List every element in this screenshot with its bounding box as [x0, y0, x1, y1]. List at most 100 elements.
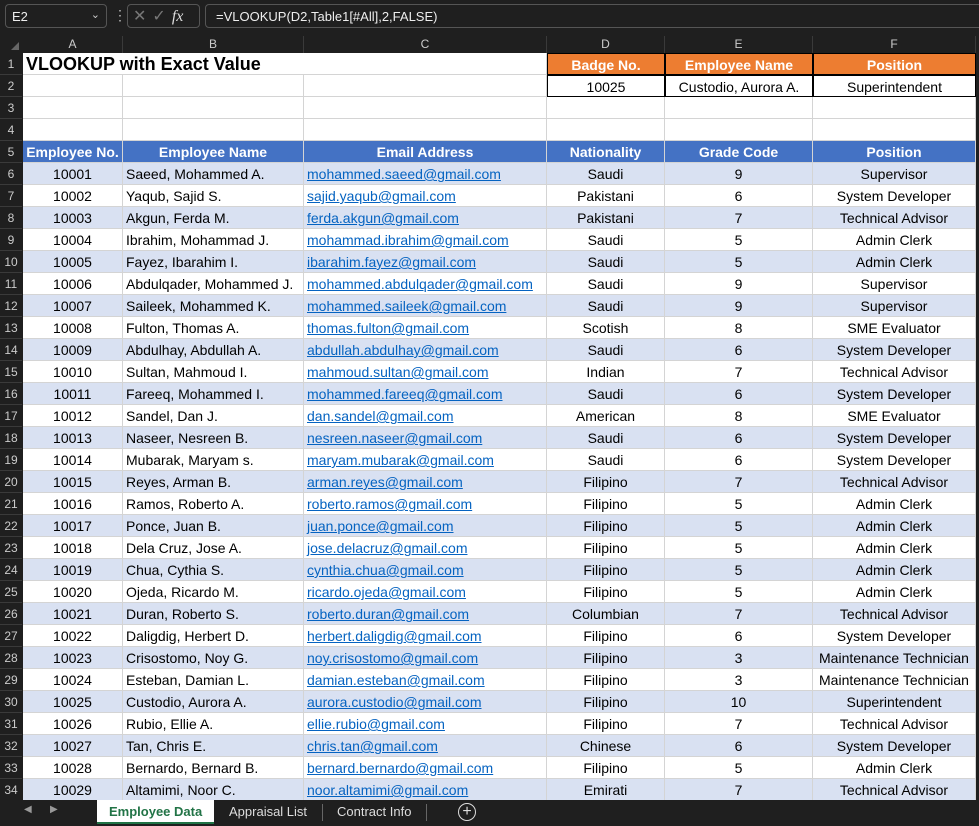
email-link[interactable]: ibarahim.fayez@gmail.com — [304, 251, 547, 273]
email-link[interactable]: arman.reyes@gmail.com — [304, 471, 547, 493]
select-all-corner[interactable] — [0, 36, 22, 53]
row-header[interactable]: 28 — [0, 647, 22, 669]
row-header[interactable]: 7 — [0, 185, 22, 207]
empty-cell[interactable] — [23, 119, 123, 141]
column-header-e[interactable]: E — [665, 36, 813, 53]
email-link[interactable]: herbert.daligdig@gmail.com — [304, 625, 547, 647]
row-header[interactable]: 21 — [0, 493, 22, 515]
column-header-c[interactable]: C — [304, 36, 547, 53]
row-header[interactable]: 6 — [0, 163, 22, 185]
row-header[interactable]: 34 — [0, 779, 22, 801]
column-header-f[interactable]: F — [813, 36, 976, 53]
row-header[interactable]: 11 — [0, 273, 22, 295]
cancel-icon[interactable]: ✕ — [133, 8, 152, 25]
row-header[interactable]: 17 — [0, 405, 22, 427]
email-link[interactable]: mohammed.saeed@gmail.com — [304, 163, 547, 185]
empty-cell[interactable] — [304, 119, 547, 141]
row-header[interactable]: 20 — [0, 471, 22, 493]
row-header[interactable]: 30 — [0, 691, 22, 713]
empty-cell[interactable] — [123, 97, 304, 119]
email-link[interactable]: cynthia.chua@gmail.com — [304, 559, 547, 581]
email-link[interactable]: mohammed.abdulqader@gmail.com — [304, 273, 547, 295]
email-link[interactable]: nesreen.naseer@gmail.com — [304, 427, 547, 449]
name-box[interactable]: E2 ⌄ — [5, 4, 107, 28]
table-header-grade-code[interactable]: Grade Code — [665, 141, 813, 163]
lookup-value-position[interactable]: Superintendent — [813, 75, 976, 97]
email-link[interactable]: mohammed.saileek@gmail.com — [304, 295, 547, 317]
email-link[interactable]: sajid.yaqub@gmail.com — [304, 185, 547, 207]
email-link[interactable]: juan.ponce@gmail.com — [304, 515, 547, 537]
column-header-d[interactable]: D — [547, 36, 665, 53]
tab-employee-data[interactable]: Employee Data — [97, 800, 215, 824]
row-header[interactable]: 9 — [0, 229, 22, 251]
empty-cell[interactable] — [665, 119, 813, 141]
row-header[interactable]: 4 — [0, 119, 22, 141]
row-header[interactable]: 31 — [0, 713, 22, 735]
row-header[interactable]: 22 — [0, 515, 22, 537]
tab-contract-info[interactable]: Contract Info — [325, 800, 423, 824]
row-header[interactable]: 14 — [0, 339, 22, 361]
add-sheet-icon[interactable]: + — [458, 803, 476, 821]
email-link[interactable]: abdullah.abdulhay@gmail.com — [304, 339, 547, 361]
row-header[interactable]: 27 — [0, 625, 22, 647]
table-header-email[interactable]: Email Address — [304, 141, 547, 163]
row-header[interactable]: 29 — [0, 669, 22, 691]
enter-icon[interactable]: ✓ — [152, 8, 171, 25]
row-header[interactable]: 24 — [0, 559, 22, 581]
row-header[interactable]: 3 — [0, 97, 22, 119]
table-header-position[interactable]: Position — [813, 141, 976, 163]
empty-cell[interactable] — [813, 97, 976, 119]
lookup-value-employee-name[interactable]: Custodio, Aurora A. — [665, 75, 813, 97]
row-header[interactable]: 13 — [0, 317, 22, 339]
email-link[interactable]: dan.sandel@gmail.com — [304, 405, 547, 427]
scroll-left-icon[interactable]: ◀ — [24, 804, 32, 815]
row-header[interactable]: 32 — [0, 735, 22, 757]
column-header-a[interactable]: A — [23, 36, 123, 53]
email-link[interactable]: chris.tan@gmail.com — [304, 735, 547, 757]
row-header[interactable]: 33 — [0, 757, 22, 779]
empty-cell[interactable] — [665, 97, 813, 119]
empty-cell[interactable] — [547, 97, 665, 119]
email-link[interactable]: noy.crisostomo@gmail.com — [304, 647, 547, 669]
scroll-right-icon[interactable]: ▶ — [50, 804, 58, 815]
email-link[interactable]: ellie.rubio@gmail.com — [304, 713, 547, 735]
row-header[interactable]: 10 — [0, 251, 22, 273]
row-header[interactable]: 1 — [0, 53, 22, 75]
email-link[interactable]: mohammad.ibrahim@gmail.com — [304, 229, 547, 251]
email-link[interactable]: bernard.bernardo@gmail.com — [304, 757, 547, 779]
row-header[interactable]: 15 — [0, 361, 22, 383]
empty-cell[interactable] — [304, 53, 547, 75]
email-link[interactable]: thomas.fulton@gmail.com — [304, 317, 547, 339]
empty-cell[interactable] — [547, 119, 665, 141]
email-link[interactable]: roberto.ramos@gmail.com — [304, 493, 547, 515]
row-header[interactable]: 19 — [0, 449, 22, 471]
empty-cell[interactable] — [123, 119, 304, 141]
tab-appraisal-list[interactable]: Appraisal List — [217, 800, 319, 824]
empty-cell[interactable] — [123, 75, 304, 97]
row-header[interactable]: 8 — [0, 207, 22, 229]
email-link[interactable]: damian.esteban@gmail.com — [304, 669, 547, 691]
row-header[interactable]: 5 — [0, 141, 22, 163]
email-link[interactable]: noor.altamimi@gmail.com — [304, 779, 547, 801]
table-header-employee-no[interactable]: Employee No. — [23, 141, 123, 163]
row-header[interactable]: 16 — [0, 383, 22, 405]
table-header-nationality[interactable]: Nationality — [547, 141, 665, 163]
row-header[interactable]: 18 — [0, 427, 22, 449]
row-header[interactable]: 2 — [0, 75, 22, 97]
email-link[interactable]: ferda.akgun@gmail.com — [304, 207, 547, 229]
table-header-employee-name[interactable]: Employee Name — [123, 141, 304, 163]
column-header-b[interactable]: B — [123, 36, 304, 53]
more-options-icon[interactable]: ⋮ — [113, 7, 127, 24]
row-header[interactable]: 23 — [0, 537, 22, 559]
row-header[interactable]: 25 — [0, 581, 22, 603]
empty-cell[interactable] — [23, 75, 123, 97]
lookup-value-employee-no[interactable]: 10025 — [547, 75, 665, 97]
email-link[interactable]: mohammed.fareeq@gmail.com — [304, 383, 547, 405]
insert-function-icon[interactable]: fx — [172, 8, 184, 25]
email-link[interactable]: roberto.duran@gmail.com — [304, 603, 547, 625]
row-header[interactable]: 26 — [0, 603, 22, 625]
chevron-down-icon[interactable]: ⌄ — [91, 8, 100, 21]
empty-cell[interactable] — [23, 97, 123, 119]
email-link[interactable]: aurora.custodio@gmail.com — [304, 691, 547, 713]
row-header[interactable]: 12 — [0, 295, 22, 317]
